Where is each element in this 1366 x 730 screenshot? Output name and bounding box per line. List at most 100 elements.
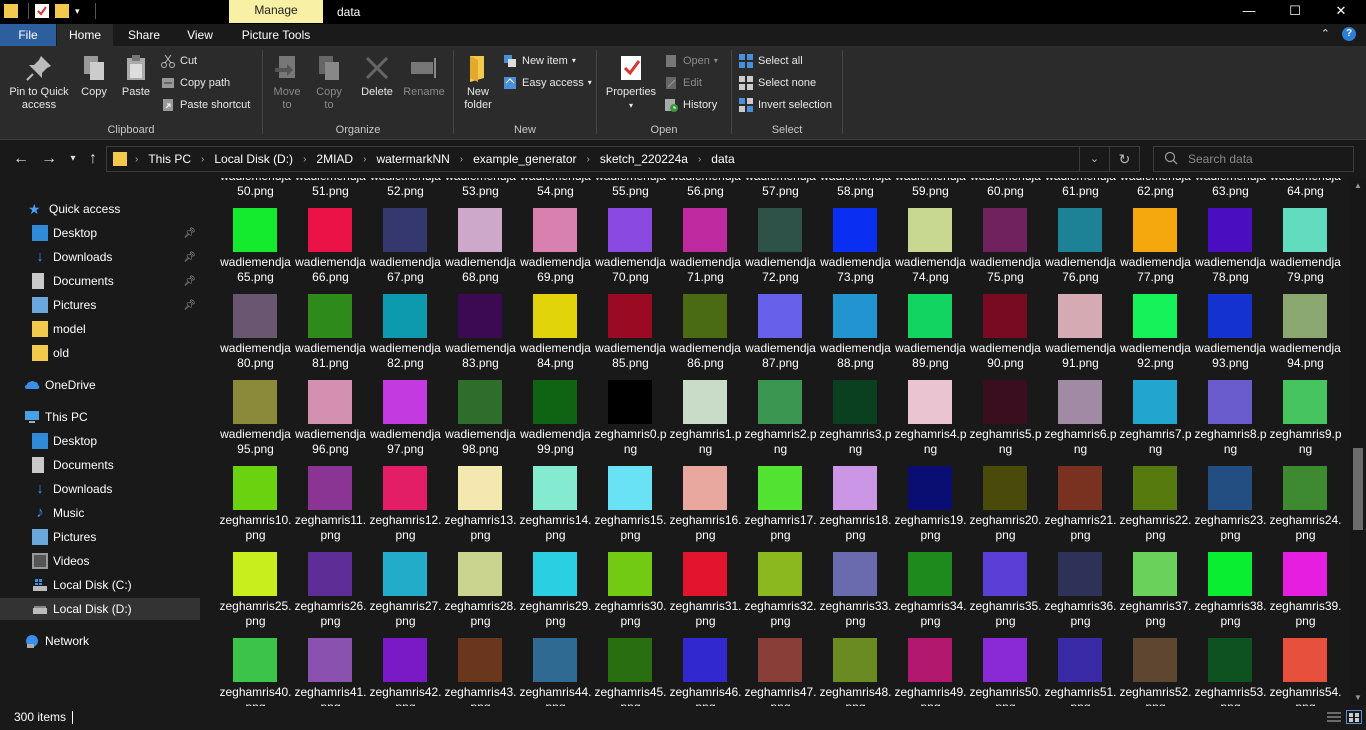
chevron-right-icon[interactable]: › <box>359 154 370 165</box>
nav-pc-documents[interactable]: Documents <box>0 454 200 476</box>
file-item[interactable]: zeghamris33.png <box>818 550 893 636</box>
scrollbar-thumb[interactable] <box>1353 448 1363 530</box>
tab-file[interactable]: File <box>0 24 56 46</box>
file-item[interactable]: zeghamris42.png <box>368 636 443 706</box>
new-folder-button[interactable]: New folder <box>460 52 496 112</box>
file-item[interactable]: wadiemendja53.png <box>443 178 518 206</box>
cut-button[interactable]: Cut <box>160 51 197 71</box>
file-item[interactable]: zeghamris36.png <box>1043 550 1118 636</box>
file-item[interactable]: wadiemendja51.png <box>293 178 368 206</box>
file-item[interactable]: wadiemendja88.png <box>818 292 893 378</box>
file-item[interactable]: zeghamris34.png <box>893 550 968 636</box>
file-item[interactable]: wadiemendja85.png <box>593 292 668 378</box>
nav-quick-downloads[interactable]: ↓ Downloads 📌︎ <box>0 246 200 268</box>
file-item[interactable]: zeghamris9.png <box>1268 378 1343 464</box>
file-item[interactable]: wadiemendja69.png <box>518 206 593 292</box>
details-view-icon[interactable] <box>1326 710 1342 724</box>
file-item[interactable]: zeghamris15.png <box>593 464 668 550</box>
file-item[interactable]: zeghamris0.png <box>593 378 668 464</box>
file-item[interactable]: zeghamris45.png <box>593 636 668 706</box>
file-item[interactable]: zeghamris16.png <box>668 464 743 550</box>
nav-quick-desktop[interactable]: Desktop 📌︎ <box>0 222 200 244</box>
select-none-button[interactable]: Select none <box>738 73 816 93</box>
new-item-button[interactable]: New item ▾ <box>502 51 576 71</box>
file-item[interactable]: zeghamris32.png <box>743 550 818 636</box>
collapse-ribbon-icon[interactable]: ⌃ <box>1321 27 1330 41</box>
scroll-down-arrow-icon[interactable]: ▼ <box>1350 690 1366 706</box>
nav-quick-model[interactable]: model <box>0 318 200 340</box>
file-item[interactable]: wadiemendja71.png <box>668 206 743 292</box>
file-item[interactable]: zeghamris47.png <box>743 636 818 706</box>
file-item[interactable]: wadiemendja94.png <box>1268 292 1343 378</box>
chevron-right-icon[interactable]: › <box>197 154 208 165</box>
breadcrumb-data[interactable]: data <box>705 152 740 166</box>
file-item[interactable]: wadiemendja83.png <box>443 292 518 378</box>
file-item[interactable]: zeghamris38.png <box>1193 550 1268 636</box>
breadcrumb-sketch[interactable]: sketch_220224a <box>594 152 694 166</box>
chevron-right-icon[interactable]: › <box>299 154 310 165</box>
file-item[interactable]: zeghamris10.png <box>218 464 293 550</box>
file-item[interactable]: wadiemendja81.png <box>293 292 368 378</box>
file-item[interactable]: zeghamris8.png <box>1193 378 1268 464</box>
file-item[interactable]: wadiemendja92.png <box>1118 292 1193 378</box>
file-item[interactable]: zeghamris46.png <box>668 636 743 706</box>
file-item[interactable]: wadiemendja87.png <box>743 292 818 378</box>
file-item[interactable]: zeghamris2.png <box>743 378 818 464</box>
chevron-right-icon[interactable]: › <box>131 154 142 165</box>
file-item[interactable]: wadiemendja62.png <box>1118 178 1193 206</box>
file-item[interactable]: wadiemendja66.png <box>293 206 368 292</box>
file-item[interactable]: zeghamris53.png <box>1193 636 1268 706</box>
breadcrumb-example-generator[interactable]: example_generator <box>467 152 582 166</box>
nav-pc-downloads[interactable]: ↓ Downloads <box>0 478 200 500</box>
file-item[interactable]: wadiemendja57.png <box>743 178 818 206</box>
history-button[interactable]: History <box>663 95 717 115</box>
nav-pc-pictures[interactable]: Pictures <box>0 526 200 548</box>
copy-to-button[interactable]: Copy to <box>311 52 347 112</box>
file-item[interactable]: zeghamris1.png <box>668 378 743 464</box>
file-item[interactable]: wadiemendja63.png <box>1193 178 1268 206</box>
breadcrumb-watermarknn[interactable]: watermarkNN <box>370 152 455 166</box>
file-item[interactable]: wadiemendja58.png <box>818 178 893 206</box>
rename-button[interactable]: Rename <box>401 52 447 99</box>
file-item[interactable]: wadiemendja90.png <box>968 292 1043 378</box>
file-item[interactable]: zeghamris54.png <box>1268 636 1343 706</box>
paste-button[interactable]: Paste <box>116 52 156 99</box>
nav-quick-access[interactable]: ★ Quick access <box>0 198 200 220</box>
chevron-right-icon[interactable]: › <box>583 154 594 165</box>
file-item[interactable]: wadiemendja68.png <box>443 206 518 292</box>
recent-locations-chevron-icon[interactable]: ▾ <box>62 149 84 169</box>
paste-shortcut-button[interactable]: Paste shortcut <box>160 95 250 115</box>
file-item[interactable]: zeghamris3.png <box>818 378 893 464</box>
file-item[interactable]: wadiemendja97.png <box>368 378 443 464</box>
minimize-button[interactable]: — <box>1226 0 1272 24</box>
file-item[interactable]: wadiemendja74.png <box>893 206 968 292</box>
search-box[interactable]: Search data <box>1153 146 1354 172</box>
open-button[interactable]: Open ▾ <box>663 51 718 71</box>
chevron-right-icon[interactable]: › <box>694 154 705 165</box>
file-item[interactable]: zeghamris31.png <box>668 550 743 636</box>
nav-this-pc[interactable]: This PC <box>0 406 200 428</box>
address-dropdown-icon[interactable]: ⌄ <box>1079 147 1109 171</box>
nav-pc-local-disk-d[interactable]: Local Disk (D:) <box>0 598 200 620</box>
file-item[interactable]: zeghamris18.png <box>818 464 893 550</box>
close-button[interactable]: ✕ <box>1318 0 1364 24</box>
file-item[interactable]: zeghamris37.png <box>1118 550 1193 636</box>
qat-dropdown-icon[interactable]: ▾ <box>75 4 85 18</box>
file-item[interactable]: zeghamris22.png <box>1118 464 1193 550</box>
edit-button[interactable]: Edit <box>663 73 702 93</box>
file-item[interactable]: wadiemendja67.png <box>368 206 443 292</box>
address-bar[interactable]: › This PC › Local Disk (D:) › 2MIAD › wa… <box>106 146 1140 172</box>
pin-icon[interactable]: 📌︎ <box>183 252 196 263</box>
file-item[interactable]: wadiemendja78.png <box>1193 206 1268 292</box>
nav-quick-old[interactable]: old <box>0 342 200 364</box>
file-item[interactable]: zeghamris51.png <box>1043 636 1118 706</box>
file-item[interactable]: wadiemendja89.png <box>893 292 968 378</box>
forward-arrow-icon[interactable]: → <box>38 149 60 169</box>
file-item[interactable]: wadiemendja56.png <box>668 178 743 206</box>
file-item[interactable]: wadiemendja54.png <box>518 178 593 206</box>
maximize-button[interactable]: ☐ <box>1272 0 1318 24</box>
pin-icon[interactable]: 📌︎ <box>183 276 196 287</box>
file-item[interactable]: zeghamris30.png <box>593 550 668 636</box>
pin-icon[interactable]: 📌︎ <box>183 300 196 311</box>
help-icon[interactable]: ? <box>1342 27 1356 41</box>
